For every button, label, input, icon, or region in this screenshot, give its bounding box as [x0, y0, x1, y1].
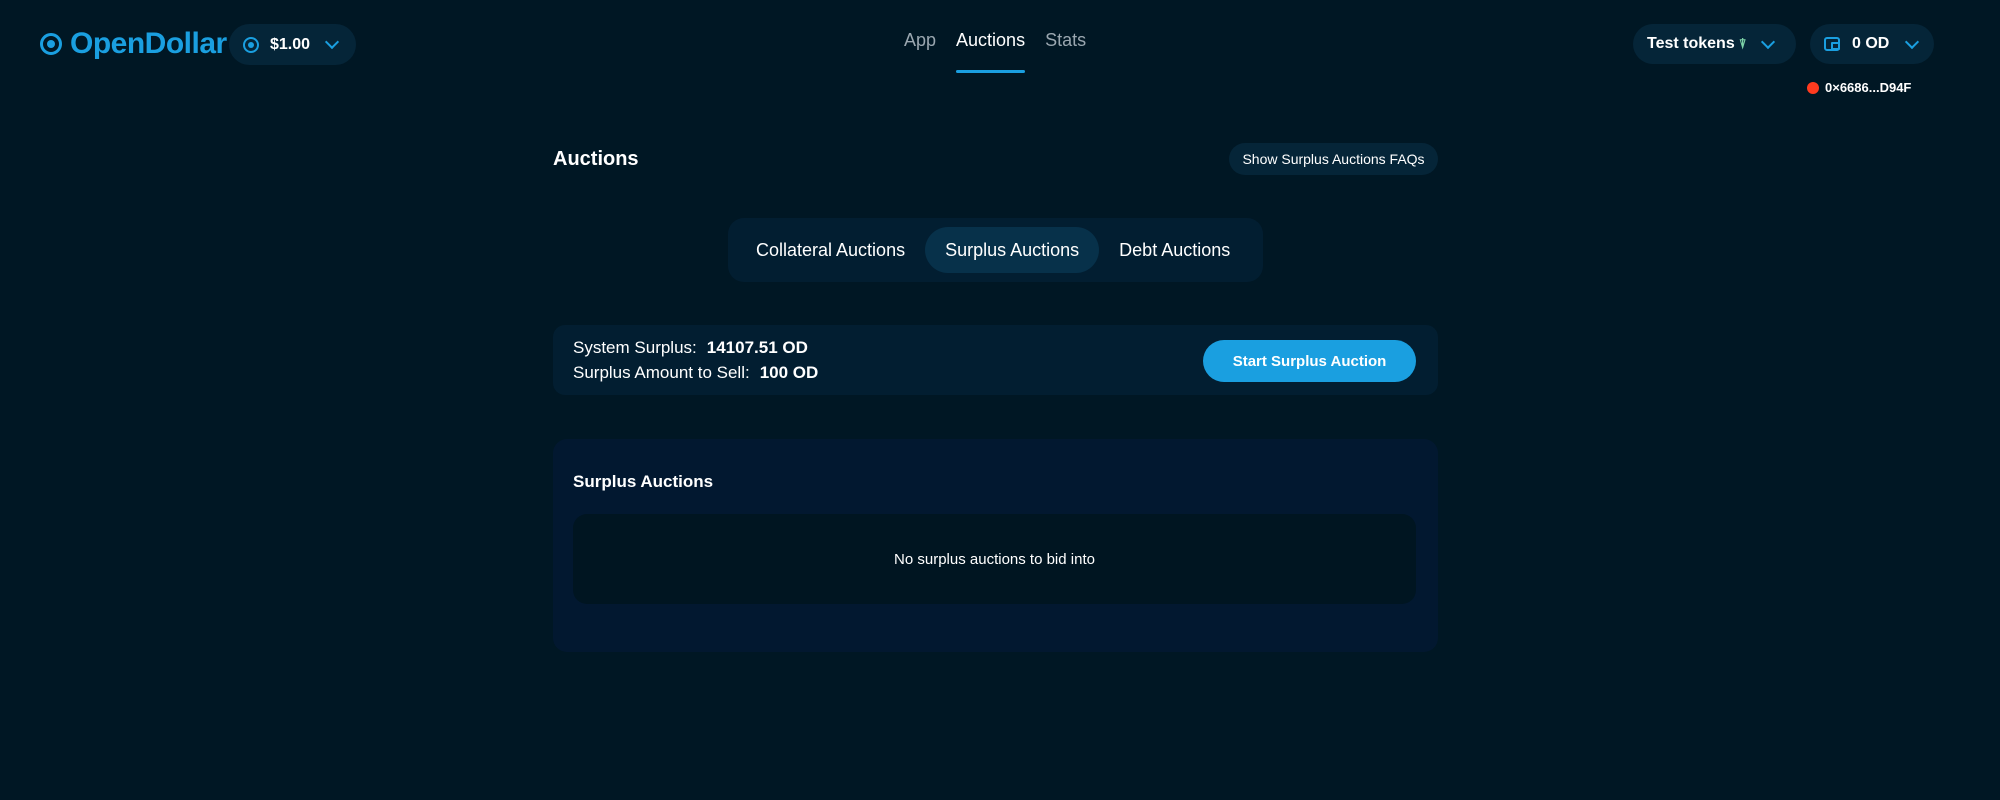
main-nav: App Auctions Stats: [904, 30, 1086, 73]
status-dot-icon: [1807, 81, 1819, 94]
amount-to-sell-label: Surplus Amount to Sell:: [573, 363, 750, 382]
surplus-summary: System Surplus: 14107.51 OD Surplus Amou…: [553, 325, 1438, 395]
brand-name: OpenDollar: [70, 27, 227, 60]
test-tokens-label: Test tokens: [1647, 35, 1735, 52]
amount-to-sell-value: 100 OD: [759, 363, 819, 382]
faucet-icon: ⍒: [1738, 36, 1747, 51]
empty-state: No surplus auctions to bid into: [573, 514, 1416, 604]
wallet-dropdown[interactable]: 0 OD: [1810, 24, 1934, 64]
page: OpenDollar $1.00 App Auctions Stats Test…: [0, 0, 2000, 800]
logo[interactable]: OpenDollar: [40, 24, 227, 64]
wallet-balance: 0 OD: [1852, 35, 1890, 52]
nav-stats[interactable]: Stats: [1045, 30, 1086, 73]
nav-app[interactable]: App: [904, 30, 936, 73]
test-tokens-dropdown[interactable]: Test tokens ⍒: [1633, 24, 1796, 64]
page-title: Auctions: [553, 148, 639, 170]
price-dropdown[interactable]: $1.00: [229, 24, 356, 65]
od-coin-icon: [243, 36, 259, 53]
amount-to-sell-row: Surplus Amount to Sell: 100 OD: [573, 363, 818, 383]
start-surplus-auction-button[interactable]: Start Surplus Auction: [1203, 340, 1416, 382]
auction-tabs: Collateral Auctions Surplus Auctions Deb…: [728, 218, 1263, 282]
wallet-icon: [1824, 37, 1840, 51]
price-value: $1.00: [270, 35, 311, 53]
tab-debt-auctions[interactable]: Debt Auctions: [1099, 227, 1250, 273]
chevron-down-icon: [324, 34, 340, 50]
panel-title: Surplus Auctions: [573, 472, 714, 491]
system-surplus-row: System Surplus: 14107.51 OD: [573, 338, 808, 358]
faq-button[interactable]: Show Surplus Auctions FAQs: [1229, 143, 1438, 175]
tab-collateral-auctions[interactable]: Collateral Auctions: [736, 227, 925, 273]
address-text: 0×6686...D94F: [1825, 80, 1912, 95]
surplus-auctions-panel: Surplus Auctions No surplus auctions to …: [553, 439, 1438, 652]
nav-auctions[interactable]: Auctions: [956, 30, 1026, 73]
logo-icon: [40, 33, 62, 55]
account-address[interactable]: 0×6686...D94F: [1807, 80, 1911, 95]
tab-surplus-auctions[interactable]: Surplus Auctions: [925, 227, 1100, 273]
chevron-down-icon: [1905, 34, 1920, 49]
system-surplus-label: System Surplus:: [573, 338, 697, 357]
system-surplus-value: 14107.51 OD: [706, 338, 808, 357]
chevron-down-icon: [1760, 34, 1775, 49]
